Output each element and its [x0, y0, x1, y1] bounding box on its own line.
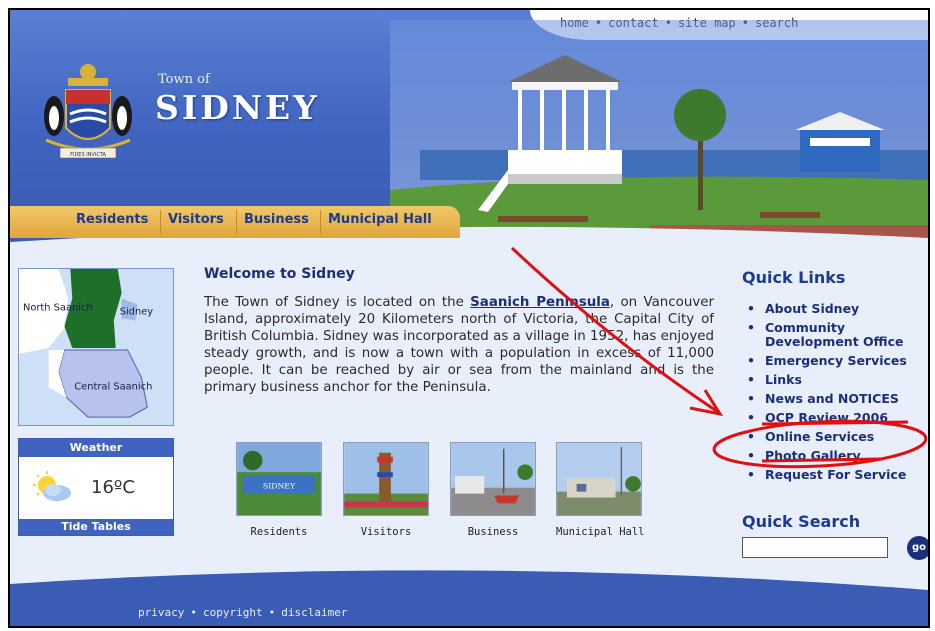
- municipal-hall-photo: [556, 442, 642, 516]
- welcome-text-start: The Town of Sidney is located on the: [204, 295, 471, 310]
- quick-link-news-notices[interactable]: News and NOTICES: [743, 392, 928, 407]
- nav-municipal-hall[interactable]: Municipal Hall: [328, 212, 432, 227]
- footer-disclaimer-link[interactable]: disclaimer: [281, 606, 347, 619]
- visitors-photo: [343, 442, 429, 516]
- weather-header: Weather: [19, 439, 173, 457]
- quick-link-about-sidney[interactable]: About Sidney: [743, 302, 928, 317]
- saanich-peninsula-link[interactable]: Saanich Peninsula: [470, 295, 610, 310]
- quick-search-input[interactable]: [742, 537, 888, 558]
- welcome-heading: Welcome to Sidney: [204, 266, 355, 282]
- town-crest-logo[interactable]: FIDES INVICTA: [38, 58, 138, 168]
- residents-photo: SIDNEY: [236, 442, 322, 516]
- weather-body: 16ºC: [19, 457, 173, 519]
- tile-residents[interactable]: SIDNEY Residents: [236, 442, 322, 538]
- nav-divider: [236, 210, 237, 234]
- go-button[interactable]: go: [907, 536, 928, 560]
- footer-links: privacy • copyright • disclaimer: [138, 606, 347, 619]
- peninsula-map[interactable]: North Saanich Sidney Central Saanich: [18, 268, 174, 426]
- tile-caption-visitors: Visitors: [360, 526, 412, 538]
- nav-divider: [320, 210, 321, 234]
- town-of-label: Town of: [158, 72, 210, 87]
- welcome-text-end: , on Vancouver Island, approximately 20 …: [204, 295, 715, 395]
- partly-cloudy-icon: [33, 471, 71, 501]
- main-nav: Residents Visitors Business Municipal Ha…: [10, 206, 460, 238]
- welcome-paragraph: The Town of Sidney is located on the Saa…: [204, 294, 714, 396]
- header: home•contact•site map•search FIDES INVIC…: [10, 10, 928, 242]
- header-gazebo-photo: [390, 20, 928, 242]
- tile-visitors[interactable]: Visitors: [343, 442, 429, 538]
- tile-caption-municipal-hall: Municipal Hall: [556, 526, 645, 538]
- footer-privacy-link[interactable]: privacy: [138, 606, 184, 619]
- quick-link-ocp-review[interactable]: OCP Review 2006: [743, 411, 928, 426]
- town-name-title: SIDNEY: [155, 88, 320, 127]
- nav-business[interactable]: Business: [244, 212, 309, 227]
- quick-link-photo-gallery[interactable]: Photo Gallery: [743, 449, 928, 464]
- quick-link-community-development[interactable]: Community Development Office: [743, 321, 928, 349]
- nav-divider: [160, 210, 161, 234]
- quick-links-list: About Sidney Community Development Offic…: [743, 302, 928, 487]
- business-photo: [450, 442, 536, 516]
- quick-link-emergency-services[interactable]: Emergency Services: [743, 354, 928, 369]
- nav-residents[interactable]: Residents: [76, 212, 148, 227]
- footer-separator: •: [268, 606, 276, 619]
- footer-wave: [10, 570, 928, 626]
- tide-tables-link[interactable]: Tide Tables: [19, 519, 173, 535]
- quick-search-heading: Quick Search: [742, 512, 861, 531]
- svg-text:SIDNEY: SIDNEY: [263, 482, 296, 491]
- tile-caption-business: Business: [467, 526, 519, 538]
- page-frame: home•contact•site map•search FIDES INVIC…: [8, 8, 930, 628]
- weather-widget: Weather 16ºC Tide Tables: [18, 438, 174, 536]
- quick-link-links[interactable]: Links: [743, 373, 928, 388]
- nav-visitors[interactable]: Visitors: [168, 212, 224, 227]
- footer-separator: •: [190, 606, 197, 619]
- svg-text:FIDES INVICTA: FIDES INVICTA: [70, 152, 106, 158]
- footer-copyright-link[interactable]: copyright: [203, 606, 263, 619]
- tile-caption-residents: Residents: [250, 526, 308, 538]
- quick-link-online-services[interactable]: Online Services: [743, 430, 928, 445]
- quick-links-heading: Quick Links: [742, 268, 846, 287]
- tile-municipal-hall[interactable]: Municipal Hall: [556, 442, 645, 538]
- tile-business[interactable]: Business: [450, 442, 536, 538]
- temperature-value: 16ºC: [91, 477, 135, 498]
- quick-link-request-for-service[interactable]: Request For Service: [743, 468, 928, 483]
